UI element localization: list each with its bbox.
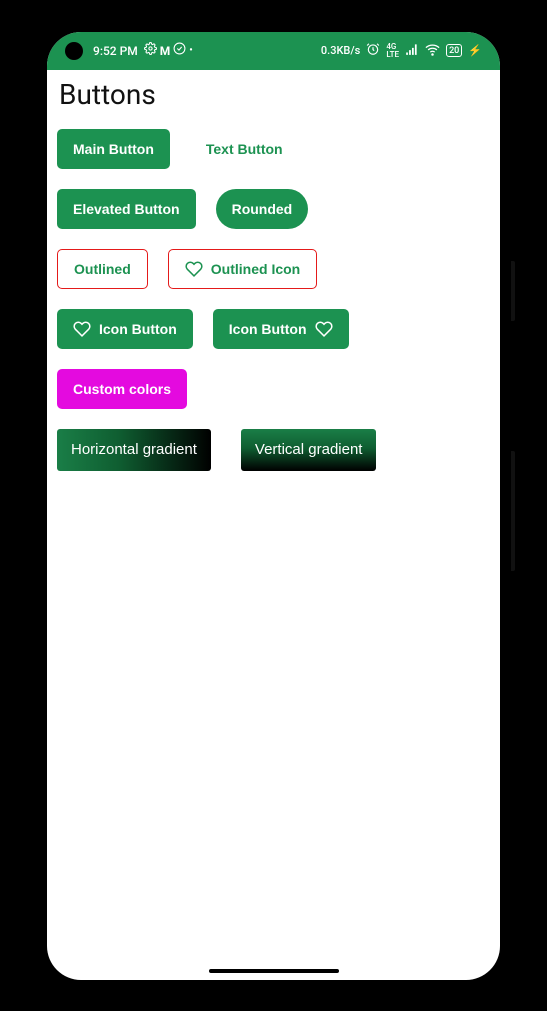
button-label: Icon Button xyxy=(99,321,177,337)
status-right: 0.3KB/s 4GLTE 20 ⚡ xyxy=(321,42,482,60)
app-m-icon: M xyxy=(160,44,171,58)
alarm-icon xyxy=(366,42,380,59)
status-left: 9:52 PM M • xyxy=(93,42,193,59)
battery-icon: 20 xyxy=(446,44,462,57)
text-button[interactable]: Text Button xyxy=(190,130,299,168)
button-row: Main Button Text Button xyxy=(57,129,490,169)
horizontal-gradient-button[interactable]: Horizontal gradient xyxy=(57,429,211,471)
button-row: Custom colors xyxy=(57,369,490,409)
signal-icon xyxy=(405,42,419,59)
phone-side-button xyxy=(511,451,515,571)
heart-icon xyxy=(185,260,203,278)
button-row: Icon Button Icon Button xyxy=(57,309,490,349)
outlined-icon-button[interactable]: Outlined Icon xyxy=(168,249,317,289)
custom-colors-button[interactable]: Custom colors xyxy=(57,369,187,409)
charging-icon: ⚡ xyxy=(468,44,482,57)
sync-icon xyxy=(173,42,186,59)
vertical-gradient-button[interactable]: Vertical gradient xyxy=(241,429,377,471)
icon-button-left[interactable]: Icon Button xyxy=(57,309,193,349)
button-row: Horizontal gradient Vertical gradient xyxy=(57,429,490,471)
heart-icon xyxy=(315,320,333,338)
camera-hole xyxy=(65,42,83,60)
page-title: Buttons xyxy=(57,78,490,111)
nav-pill xyxy=(209,969,339,973)
button-label: Icon Button xyxy=(229,321,307,337)
button-row: Elevated Button Rounded xyxy=(57,189,490,229)
phone-screen: 9:52 PM M • 0.3KB/s 4GLTE xyxy=(47,32,500,980)
wifi-icon xyxy=(425,42,440,60)
main-button[interactable]: Main Button xyxy=(57,129,170,169)
phone-frame: 9:52 PM M • 0.3KB/s 4GLTE xyxy=(36,21,511,991)
elevated-button[interactable]: Elevated Button xyxy=(57,189,196,229)
heart-icon xyxy=(73,320,91,338)
status-bar: 9:52 PM M • 0.3KB/s 4GLTE xyxy=(47,32,500,70)
phone-side-button xyxy=(511,261,515,321)
button-row: Outlined Outlined Icon xyxy=(57,249,490,289)
status-time: 9:52 PM xyxy=(93,44,138,58)
content-area: Buttons Main Button Text Button Elevated… xyxy=(47,70,500,499)
icon-button-right[interactable]: Icon Button xyxy=(213,309,349,349)
data-rate: 0.3KB/s xyxy=(321,44,360,57)
outlined-button[interactable]: Outlined xyxy=(57,249,148,289)
lte-icon: 4GLTE xyxy=(386,43,399,59)
button-label: Outlined Icon xyxy=(211,261,300,277)
dot-icon: • xyxy=(189,45,193,56)
rounded-button[interactable]: Rounded xyxy=(216,189,309,229)
status-notification-icons: M • xyxy=(144,42,193,59)
gear-icon xyxy=(144,42,157,59)
battery-value: 20 xyxy=(449,46,459,56)
